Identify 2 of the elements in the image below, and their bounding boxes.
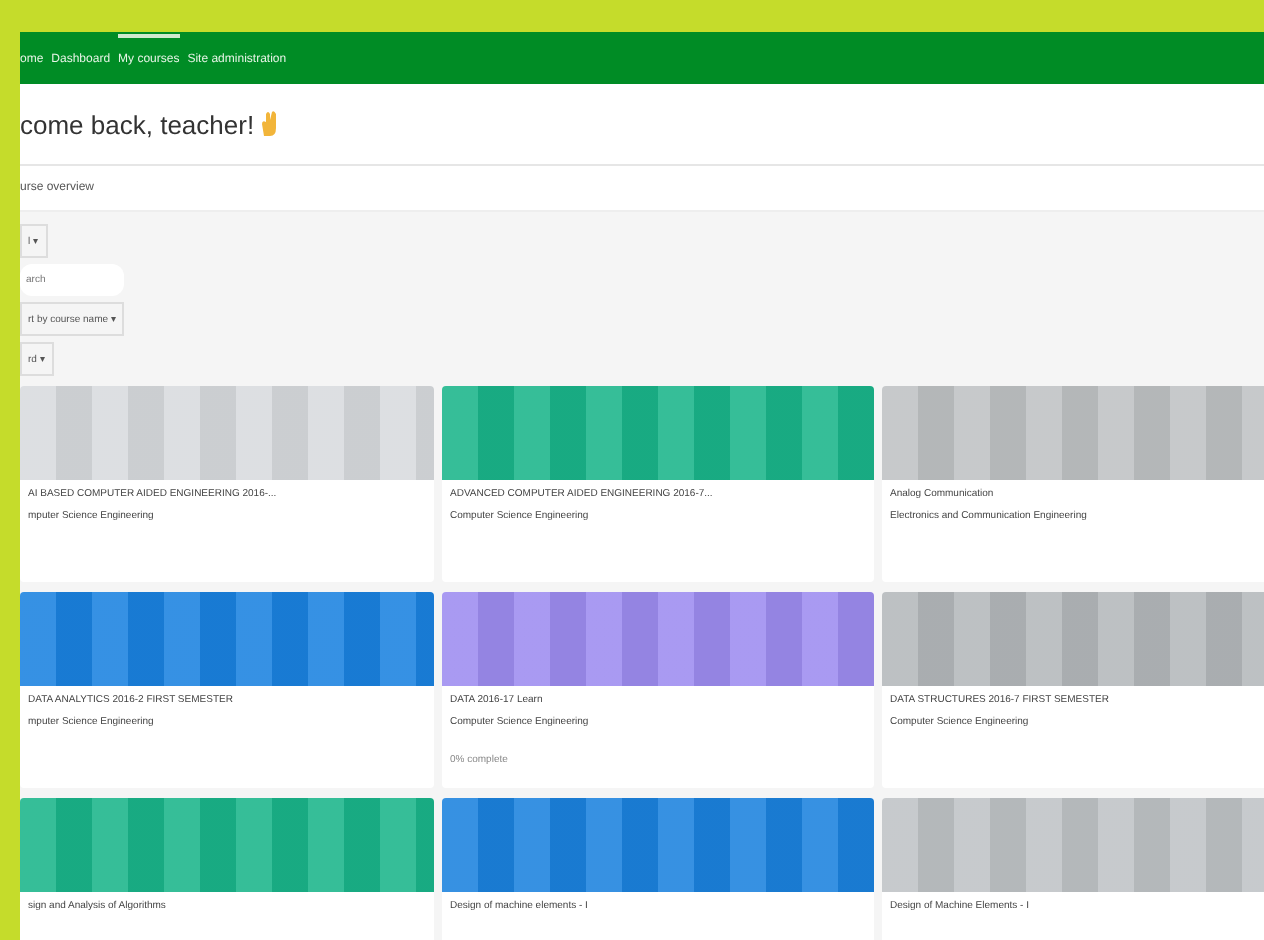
welcome-heading: come back, teacher! (20, 109, 255, 139)
waving-hand-icon (260, 110, 281, 138)
